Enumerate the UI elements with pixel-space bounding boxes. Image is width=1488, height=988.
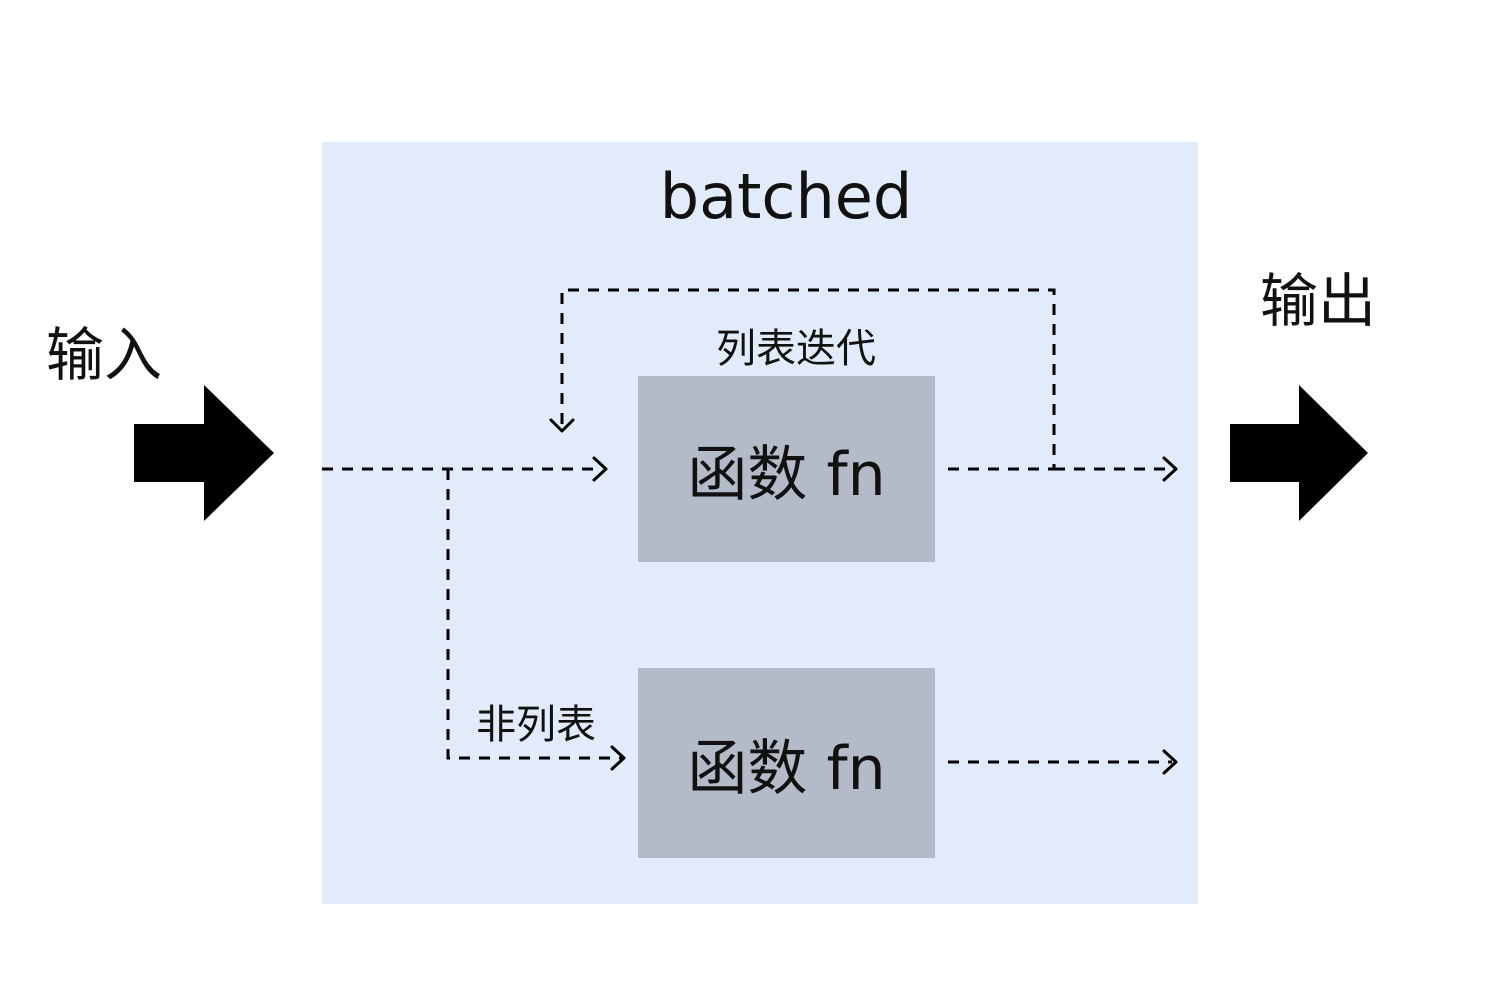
arrowhead-input <box>592 456 608 482</box>
arrowhead-top-output <box>1162 456 1178 482</box>
right-arrow-icon <box>134 385 274 521</box>
connector-layer <box>134 288 1368 775</box>
non-list-connector <box>446 469 622 760</box>
arrowhead-non-list <box>610 745 626 771</box>
iterate-loop-connector <box>560 288 1056 471</box>
right-arrow-icon <box>1230 385 1368 521</box>
diagram-canvas: batched 输入 输出 列表迭代 非列表 函数 fn 函数 fn <box>0 0 1488 988</box>
